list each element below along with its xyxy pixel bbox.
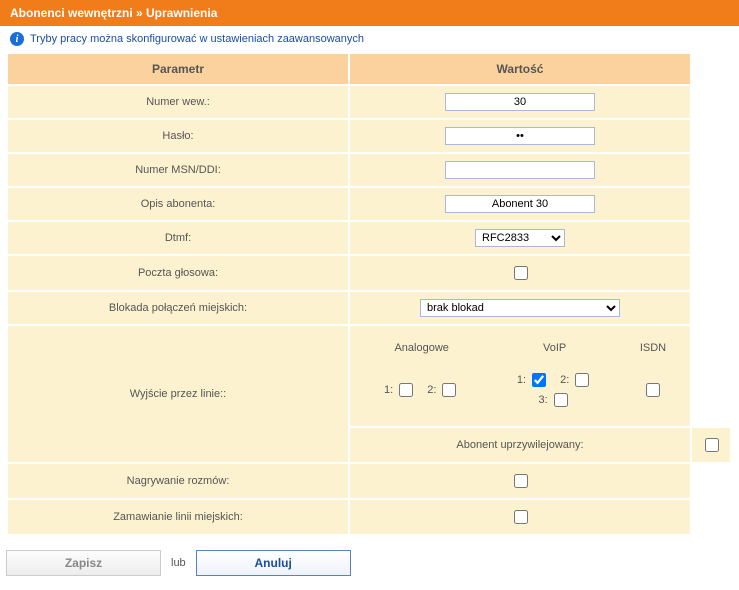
line-type-voip: VoIP [485,335,624,361]
order-checkbox[interactable] [514,510,528,524]
info-text: Tryby pracy można skonfigurować w ustawi… [30,33,364,45]
dtmf-select[interactable]: RFC2833 [475,229,565,247]
line-type-analog: Analogowe [360,335,483,361]
label-vmail: Poczta głosowa: [8,256,348,290]
voip-1-label: 1: [517,374,526,386]
msn-input[interactable] [445,161,595,179]
desc-input[interactable] [445,195,595,213]
col-header-param: Parametr [8,54,348,84]
voip-3-label: 3: [539,394,548,406]
info-icon: i [10,32,24,46]
info-bar: i Tryby pracy można skonfigurować w usta… [0,26,739,52]
ext-input[interactable] [445,93,595,111]
breadcrumb-text: Abonenci wewnętrzni » Uprawnienia [10,6,217,20]
analog-1-label: 1: [384,384,393,396]
label-dtmf: Dtmf: [8,222,348,254]
label-order: Zamawianie linii miejskich: [8,500,348,534]
analog-2-checkbox[interactable] [442,383,456,397]
breadcrumb: Abonenci wewnętrzni » Uprawnienia [0,0,739,26]
label-pass: Hasło: [8,120,348,152]
params-table: Parametr Wartość Numer wew.: Hasło: Nume… [6,52,732,536]
voip-2-label: 2: [560,374,569,386]
col-header-value: Wartość [350,54,690,84]
label-block: Blokada połączeń miejskich: [8,292,348,324]
priv-checkbox[interactable] [705,438,719,452]
analog-2-label: 2: [427,384,436,396]
isdn-checkbox[interactable] [646,383,660,397]
or-label: lub [171,557,186,569]
label-msn: Numer MSN/DDI: [8,154,348,186]
label-priv: Abonent uprzywilejowany: [350,428,690,462]
block-select[interactable]: brak blokad [420,299,620,317]
footer-actions: Zapisz lub Anuluj [0,536,739,590]
label-rec: Nagrywanie rozmów: [8,464,348,498]
voip-1-checkbox[interactable] [532,373,546,387]
rec-checkbox[interactable] [514,474,528,488]
voip-3-checkbox[interactable] [554,393,568,407]
label-lines: Wyjście przez linie:: [8,326,348,462]
analog-1-checkbox[interactable] [399,383,413,397]
pass-input[interactable] [445,127,595,145]
line-type-isdn: ISDN [626,335,680,361]
label-ext: Numer wew.: [8,86,348,118]
vmail-checkbox[interactable] [514,266,528,280]
voip-2-checkbox[interactable] [575,373,589,387]
label-desc: Opis abonenta: [8,188,348,220]
